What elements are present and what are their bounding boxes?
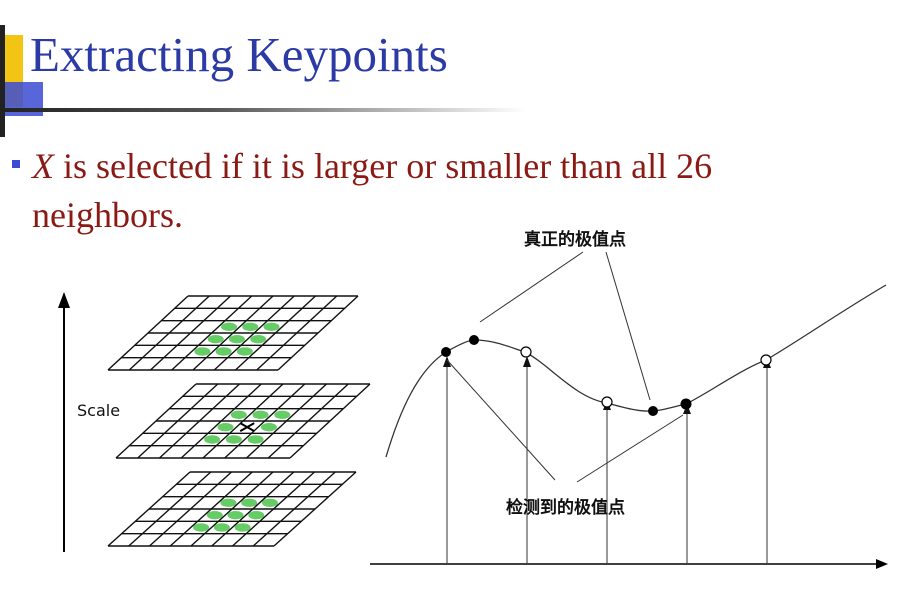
neighbor-marker (213, 523, 230, 532)
scale-axis (58, 292, 70, 552)
x-axis-arrow (876, 559, 888, 569)
detected-extremum-point (680, 398, 692, 410)
grid-layer-bottom (107, 471, 357, 547)
neighbor-marker (274, 410, 291, 420)
scale-label: Scale (77, 401, 120, 420)
grid-layer-middle (115, 383, 371, 459)
sample-lines (446, 358, 768, 564)
sample-point (520, 346, 532, 358)
neighbor-marker (193, 523, 210, 532)
neighbor-marker (206, 510, 223, 520)
dog-pyramid-grids (107, 295, 371, 547)
sample-point (601, 396, 613, 408)
detected-extremum-point (441, 347, 451, 357)
neighbor-marker (228, 334, 245, 344)
neighbor-marker (207, 334, 224, 344)
neighbor-marker (250, 334, 267, 344)
neighbor-marker (263, 322, 280, 332)
neighbor-marker (220, 498, 237, 508)
keypoint-figure: Scale 真正的极值点 检测到的极值点 (58, 229, 888, 569)
grid-layer-top (107, 295, 359, 371)
neighbor-marker (225, 435, 242, 444)
true-extremum-point (469, 335, 479, 345)
annotation-leaders (446, 251, 684, 483)
response-curve (385, 284, 887, 458)
extrema-plot: 真正的极值点 检测到的极值点 (370, 229, 888, 569)
neighbor-marker (234, 523, 251, 532)
slide: Extracting Keypoints X is selected if it… (0, 0, 901, 600)
neighbor-marker (260, 422, 277, 432)
neighbor-marker (221, 322, 238, 332)
neighbor-marker (247, 435, 264, 444)
neighbor-marker (204, 435, 221, 444)
true-extremum-point (648, 406, 658, 416)
detected-extrema-label: 检测到的极值点 (506, 497, 625, 518)
neighbor-marker (252, 410, 269, 420)
neighbor-marker (194, 347, 211, 356)
neighbor-marker (236, 347, 253, 356)
neighbor-marker (261, 498, 278, 508)
neighbor-marker (217, 422, 234, 432)
neighbor-marker (248, 510, 265, 520)
true-extrema-label: 真正的极值点 (524, 229, 626, 250)
neighbor-marker (230, 410, 247, 420)
sample-point (760, 354, 772, 366)
neighbor-marker (227, 510, 244, 520)
neighbor-marker (242, 322, 259, 332)
neighbor-marker (215, 347, 232, 356)
neighbor-marker (241, 498, 258, 508)
